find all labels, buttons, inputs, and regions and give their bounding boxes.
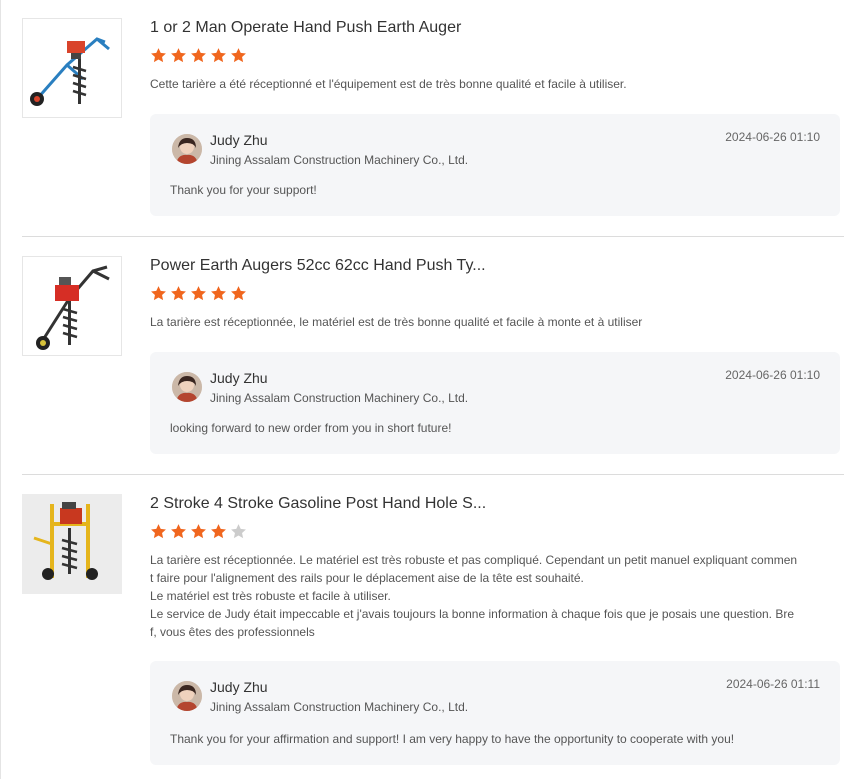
product-thumbnail[interactable] [22, 494, 122, 594]
review-comment: Cette tarière a été réceptionné et l'équ… [150, 75, 840, 93]
review-comment: La tarière est réceptionnée. Le matériel… [150, 551, 840, 641]
star-filled-icon [211, 286, 226, 301]
star-filled-icon [151, 286, 166, 301]
star-filled-icon [171, 48, 186, 63]
star-filled-icon [211, 48, 226, 63]
review-comment-line: La tarière est réceptionnée. Le matériel… [150, 553, 798, 567]
review-comment-line: La tarière est réceptionnée, le matériel… [150, 315, 643, 329]
product-title[interactable]: Power Earth Augers 52cc 62cc Hand Push T… [150, 256, 840, 276]
replier-name: Judy Zhu [210, 132, 268, 148]
star-filled-icon [191, 524, 206, 539]
reply-text: Thank you for your support! [170, 183, 317, 197]
replier-name: Judy Zhu [210, 370, 268, 386]
earth-auger-icon [22, 494, 122, 594]
replier-company: Jining Assalam Construction Machinery Co… [210, 153, 469, 167]
star-filled-icon [191, 286, 206, 301]
review-comment-line: Le service de Judy était impeccable et j… [150, 607, 795, 621]
reply-timestamp: 2024-06-26 01:11 [726, 677, 820, 691]
seller-reply: Judy Zhu Jining Assalam Construction Mac… [150, 352, 840, 454]
avatar [172, 681, 202, 711]
review-comment-line: Le matériel est très robuste et facile à… [150, 589, 391, 603]
replier-company: Jining Assalam Construction Machinery Co… [210, 700, 469, 714]
star-filled-icon [151, 524, 166, 539]
star-filled-icon [191, 48, 206, 63]
star-filled-icon [231, 48, 246, 63]
product-thumbnail[interactable] [22, 18, 122, 118]
review-comment: La tarière est réceptionnée, le matériel… [150, 313, 840, 331]
review-comment-line: f, vous êtes des professionnels [150, 625, 315, 639]
reply-text: looking forward to new order from you in… [170, 421, 452, 435]
star-empty-icon [231, 524, 246, 539]
review-item: 1 or 2 Man Operate Hand Push Earth Auger… [22, 18, 844, 237]
star-filled-icon [211, 524, 226, 539]
review-item: 2 Stroke 4 Stroke Gasoline Post Hand Hol… [22, 494, 844, 779]
product-title[interactable]: 2 Stroke 4 Stroke Gasoline Post Hand Hol… [150, 494, 840, 514]
reply-timestamp: 2024-06-26 01:10 [725, 368, 820, 382]
star-filled-icon [171, 286, 186, 301]
earth-auger-icon [30, 37, 110, 106]
product-thumbnail[interactable] [22, 256, 122, 356]
review-item: Power Earth Augers 52cc 62cc Hand Push T… [22, 256, 844, 475]
seller-reply: Judy Zhu Jining Assalam Construction Mac… [150, 661, 840, 765]
rating-stars [150, 285, 840, 303]
review-comment-line: Cette tarière a été réceptionné et l'équ… [150, 77, 627, 91]
rating-stars [150, 47, 840, 65]
earth-auger-icon [36, 265, 110, 350]
replier-name: Judy Zhu [210, 679, 268, 695]
avatar [172, 372, 202, 402]
reply-timestamp: 2024-06-26 01:10 [725, 130, 820, 144]
star-filled-icon [151, 48, 166, 63]
star-filled-icon [231, 286, 246, 301]
product-title[interactable]: 1 or 2 Man Operate Hand Push Earth Auger [150, 18, 840, 38]
left-border [0, 0, 1, 779]
star-filled-icon [171, 524, 186, 539]
rating-stars [150, 523, 840, 541]
avatar [172, 134, 202, 164]
replier-company: Jining Assalam Construction Machinery Co… [210, 391, 469, 405]
review-comment-line: t faire pour l'alignement des rails pour… [150, 571, 584, 585]
reply-text: Thank you for your affirmation and suppo… [170, 732, 735, 746]
seller-reply: Judy Zhu Jining Assalam Construction Mac… [150, 114, 840, 216]
